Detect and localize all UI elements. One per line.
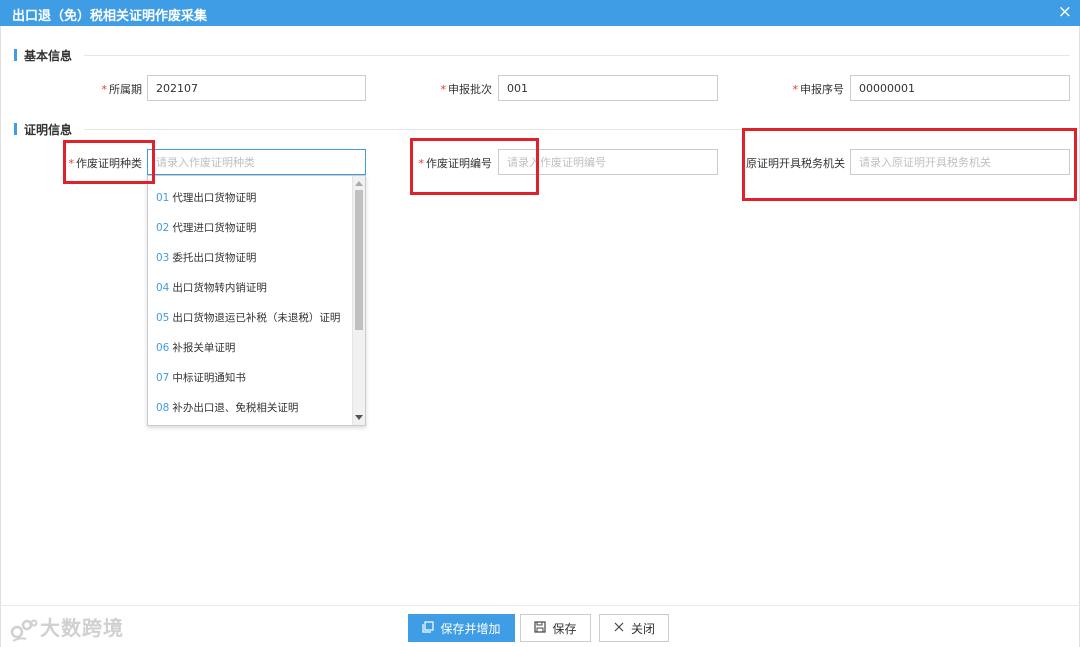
period-label: * 所属期 xyxy=(90,81,143,97)
option-text: 代理出口货物证明 xyxy=(172,192,257,204)
batch-input[interactable] xyxy=(498,75,718,101)
scroll-down-arrow-icon[interactable] xyxy=(355,415,363,420)
section-cert-info: 证明信息 xyxy=(14,122,1070,137)
option-code: 05 xyxy=(156,312,170,324)
cert-type-label-text: 作废证明种类 xyxy=(76,157,142,170)
dropdown-option[interactable]: 03 委托出口货物证明 xyxy=(156,250,256,265)
dropdown-option[interactable]: 06 补报关单证明 xyxy=(156,340,235,355)
option-code: 02 xyxy=(156,222,170,234)
batch-label: * 申报批次 xyxy=(430,81,493,97)
option-code: 07 xyxy=(156,372,170,384)
serial-input[interactable] xyxy=(850,75,1070,101)
period-label-text: 所属期 xyxy=(109,83,142,96)
scrollbar-thumb[interactable] xyxy=(355,190,363,330)
option-text: 补报关单证明 xyxy=(172,342,236,354)
cert-number-label: * 作废证明编号 xyxy=(412,155,493,171)
required-mark: * xyxy=(792,83,799,96)
option-code: 03 xyxy=(156,252,170,264)
dropdown-scrollbar[interactable] xyxy=(352,176,365,425)
footer-divider xyxy=(0,605,1080,606)
watermark-text: 大数跨境 xyxy=(40,616,124,640)
option-code: 06 xyxy=(156,342,170,354)
window-title: 出口退（免）税相关证明作废采集 xyxy=(12,9,208,24)
cert-type-input[interactable] xyxy=(147,149,366,175)
option-text: 委托出口货物证明 xyxy=(172,252,257,264)
title-bar: 出口退（免）税相关证明作废采集 × xyxy=(0,0,1080,26)
section-title: 基本信息 xyxy=(24,49,73,63)
dropdown-option[interactable]: 04 出口货物转内销证明 xyxy=(156,280,267,295)
cert-number-label-text: 作废证明编号 xyxy=(426,157,492,170)
close-button[interactable]: 关闭 xyxy=(599,614,669,642)
required-mark: * xyxy=(68,157,75,170)
option-code: 04 xyxy=(156,282,170,294)
section-marker xyxy=(14,49,17,61)
scroll-up-arrow-icon[interactable] xyxy=(355,181,363,186)
x-icon xyxy=(613,621,625,636)
authority-input[interactable] xyxy=(850,149,1070,175)
required-mark: * xyxy=(101,83,108,96)
cert-type-label: * 作废证明种类 xyxy=(60,155,143,171)
option-code: 01 xyxy=(156,192,170,204)
copy-icon xyxy=(422,620,435,636)
required-mark: * xyxy=(418,157,425,170)
option-text: 代理进口货物证明 xyxy=(172,222,257,234)
save-button[interactable]: 保存 xyxy=(520,614,591,642)
batch-label-text: 申报批次 xyxy=(448,83,492,96)
save-label: 保存 xyxy=(552,621,577,636)
section-divider xyxy=(84,55,1070,56)
dropdown-option[interactable]: 08 补办出口退、免税相关证明 xyxy=(156,400,298,415)
required-mark: * xyxy=(440,83,447,96)
option-text: 出口货物转内销证明 xyxy=(172,282,267,294)
floppy-icon xyxy=(534,620,547,636)
watermark-logo-icon xyxy=(10,619,38,642)
dropdown-option[interactable]: 02 代理进口货物证明 xyxy=(156,220,256,235)
option-text: 中标证明通知书 xyxy=(172,372,246,384)
save-and-add-label: 保存并增加 xyxy=(440,621,501,636)
cert-number-input[interactable] xyxy=(498,149,718,175)
dropdown-option[interactable]: 05 出口货物退运已补税（未退税）证明 xyxy=(156,310,340,325)
dropdown-option[interactable]: 07 中标证明通知书 xyxy=(156,370,246,385)
section-divider xyxy=(84,129,1070,130)
authority-label: 原证明开具税务机关 xyxy=(746,157,845,170)
watermark: 大数跨境 xyxy=(10,612,124,643)
option-text: 出口货物退运已补税（未退税）证明 xyxy=(172,312,341,324)
close-label: 关闭 xyxy=(630,621,655,636)
period-input[interactable] xyxy=(147,75,366,101)
section-marker xyxy=(14,123,17,135)
dropdown-option[interactable]: 01 代理出口货物证明 xyxy=(156,190,256,205)
save-and-add-button[interactable]: 保存并增加 xyxy=(408,614,515,642)
close-icon[interactable]: × xyxy=(1058,2,1072,22)
cert-type-dropdown[interactable]: 01 代理出口货物证明 02 代理进口货物证明 03 委托出口货物证明 04 出口货物转… xyxy=(147,175,366,426)
option-code: 08 xyxy=(156,402,170,414)
section-title: 证明信息 xyxy=(24,123,73,137)
serial-label-text: 申报序号 xyxy=(800,83,844,96)
section-basic-info: 基本信息 xyxy=(14,48,1070,63)
serial-label: * 申报序号 xyxy=(782,81,845,97)
option-text: 补办出口退、免税相关证明 xyxy=(172,402,299,414)
